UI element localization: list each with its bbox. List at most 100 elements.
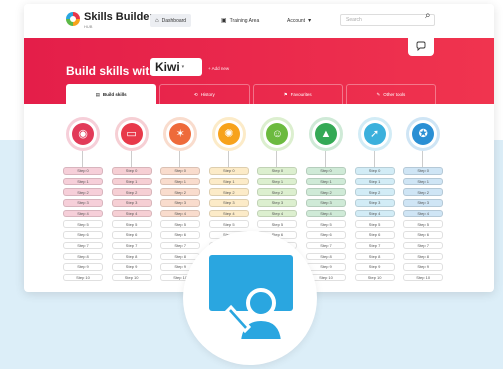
step-button[interactable]: Step 8 — [403, 252, 444, 260]
add-group-link[interactable]: + Add new — [208, 66, 229, 71]
step-button[interactable]: Step 10 — [354, 273, 395, 282]
step-button[interactable]: Step 7 — [111, 241, 152, 250]
step-button[interactable]: Step 9 — [111, 263, 152, 271]
step-button[interactable]: Step 3 — [111, 199, 152, 207]
tab-label: Build skills — [102, 92, 127, 97]
step-button[interactable]: Step 1 — [111, 177, 152, 186]
step-button[interactable]: Step 8 — [306, 252, 346, 260]
skill-circle[interactable]: ✪ — [406, 117, 441, 151]
step-button[interactable]: Step 1 — [306, 177, 346, 186]
step-button[interactable]: Step 4 — [403, 209, 444, 218]
step-button[interactable]: Step 6 — [63, 231, 103, 239]
search-input[interactable]: Search — [340, 14, 435, 26]
skill-circle[interactable]: ▭ — [114, 117, 149, 151]
logo-icon[interactable] — [66, 12, 80, 26]
step-button[interactable]: Step 2 — [257, 188, 298, 196]
step-button[interactable]: Step 3 — [63, 199, 103, 207]
logo-text[interactable]: Skills Builder — [84, 11, 154, 23]
step-button[interactable]: Step 0 — [160, 167, 201, 175]
step-button[interactable]: Step 2 — [354, 188, 395, 196]
step-button[interactable]: Step 0 — [306, 167, 346, 175]
step-button[interactable]: Step 5 — [63, 220, 103, 228]
skill-circle[interactable]: ◉ — [66, 117, 100, 151]
step-button[interactable]: Step 5 — [306, 220, 346, 228]
step-button[interactable]: Step 0 — [63, 167, 103, 175]
step-button[interactable]: Step 0 — [403, 167, 444, 175]
step-button[interactable]: Step 1 — [208, 177, 249, 186]
step-button[interactable]: Step 7 — [306, 241, 346, 250]
step-button[interactable]: Step 0 — [257, 167, 298, 175]
tab-other-tools[interactable]: ✎ Other tools — [345, 84, 436, 104]
step-button[interactable]: Step 1 — [160, 177, 201, 186]
step-button[interactable]: Step 2 — [63, 188, 103, 196]
step-button[interactable]: Step 6 — [403, 231, 444, 239]
step-button[interactable]: Step 4 — [160, 209, 201, 218]
step-button[interactable]: Step 5 — [160, 220, 201, 228]
group-selector[interactable]: Kiwi ▾ — [150, 58, 202, 76]
step-button[interactable]: Step 0 — [208, 167, 249, 175]
presenter-badge — [183, 231, 317, 365]
step-button[interactable]: Step 0 — [354, 167, 395, 175]
step-button[interactable]: Step 1 — [354, 177, 395, 186]
step-button[interactable]: Step 5 — [111, 220, 152, 228]
step-button[interactable]: Step 2 — [208, 188, 249, 196]
nav-account-button[interactable]: Account ▾ — [282, 14, 316, 27]
tab-history[interactable]: ⟲ History — [159, 84, 250, 104]
step-button[interactable]: Step 6 — [111, 231, 152, 239]
tab-build-skills[interactable]: ▤ Build skills — [66, 84, 157, 104]
step-button[interactable]: Step 1 — [403, 177, 444, 186]
nav-training-button[interactable]: ▣ Training Area — [216, 14, 264, 27]
step-button[interactable]: Step 3 — [257, 199, 298, 207]
step-button[interactable]: Step 9 — [63, 263, 103, 271]
step-button[interactable]: Step 5 — [208, 220, 249, 228]
step-button[interactable]: Step 3 — [306, 199, 346, 207]
step-button[interactable]: Step 9 — [306, 263, 346, 271]
step-button[interactable]: Step 2 — [403, 188, 444, 196]
step-button[interactable]: Step 8 — [354, 252, 395, 260]
step-button[interactable]: Step 3 — [208, 199, 249, 207]
step-button[interactable]: Step 7 — [63, 241, 103, 250]
step-button[interactable]: Step 1 — [257, 177, 298, 186]
skill-circle[interactable]: ✺ — [211, 117, 246, 151]
step-button[interactable]: Step 4 — [63, 209, 103, 218]
search-icon[interactable]: ⌕ — [425, 10, 431, 21]
skill-circle[interactable]: ✶ — [163, 117, 198, 151]
step-button[interactable]: Step 3 — [354, 199, 395, 207]
step-button[interactable]: Step 2 — [160, 188, 201, 196]
step-button[interactable]: Step 0 — [111, 167, 152, 175]
skill-circle[interactable]: ☺ — [260, 117, 295, 151]
chat-button[interactable] — [408, 36, 434, 56]
step-button[interactable]: Step 6 — [306, 231, 346, 239]
skill-circle[interactable]: ▲ — [309, 117, 343, 151]
step-button[interactable]: Step 10 — [403, 273, 444, 282]
skill-circle[interactable]: ➚ — [357, 117, 392, 151]
step-button[interactable]: Step 10 — [111, 273, 152, 282]
step-button[interactable]: Step 4 — [354, 209, 395, 218]
step-button[interactable]: Step 1 — [63, 177, 103, 186]
step-button[interactable]: Step 4 — [257, 209, 298, 218]
top-navigation: Skills Builder HUB ⌂ Dashboard ▣ Trainin… — [24, 4, 494, 39]
step-button[interactable]: Step 6 — [160, 231, 201, 239]
step-button[interactable]: Step 5 — [354, 220, 395, 228]
step-button[interactable]: Step 5 — [403, 220, 444, 228]
step-button[interactable]: Step 9 — [354, 263, 395, 271]
step-button[interactable]: Step 4 — [111, 209, 152, 218]
step-button[interactable]: Step 7 — [160, 241, 201, 250]
step-button[interactable]: Step 8 — [111, 252, 152, 260]
step-button[interactable]: Step 5 — [257, 220, 298, 228]
tab-label: History — [200, 92, 215, 97]
nav-dashboard-button[interactable]: ⌂ Dashboard — [150, 14, 192, 27]
step-button[interactable]: Step 4 — [208, 209, 249, 218]
step-button[interactable]: Step 7 — [403, 241, 444, 250]
step-button[interactable]: Step 3 — [160, 199, 201, 207]
step-button[interactable]: Step 2 — [306, 188, 346, 196]
step-button[interactable]: Step 7 — [354, 241, 395, 250]
step-button[interactable]: Step 10 — [63, 273, 103, 282]
step-button[interactable]: Step 4 — [306, 209, 346, 218]
step-button[interactable]: Step 2 — [111, 188, 152, 196]
step-button[interactable]: Step 9 — [403, 263, 444, 271]
step-button[interactable]: Step 3 — [403, 199, 444, 207]
tab-favourites[interactable]: ⚑ Favourites — [252, 84, 343, 104]
step-button[interactable]: Step 8 — [63, 252, 103, 260]
step-button[interactable]: Step 6 — [354, 231, 395, 239]
